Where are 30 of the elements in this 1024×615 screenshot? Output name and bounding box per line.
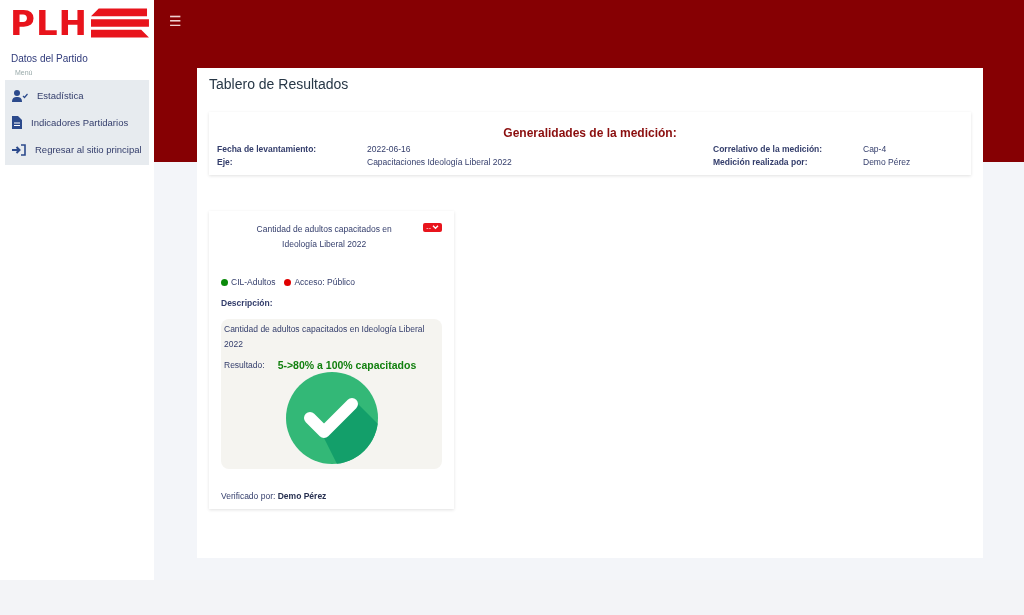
tag-label: Acceso: Público [294, 277, 355, 287]
menu-icon[interactable]: ☰ [169, 13, 182, 29]
logo-text: PLH [10, 4, 89, 42]
field-label: Fecha de levantamiento: [217, 144, 318, 154]
menu-item[interactable]: Indicadores Partidarios [5, 109, 149, 136]
sign-in-icon [12, 143, 26, 156]
result-value: 5->80% a 100% capacitados [277, 359, 417, 371]
check-circle-icon [285, 372, 378, 464]
field-value: 2022-06-16 [367, 144, 411, 154]
page-title: Tablero de Resultados [209, 76, 350, 92]
field-value: Capacitaciones Ideología Liberal 2022 [367, 157, 512, 167]
field-label: Correlativo de la medición: [713, 144, 824, 154]
description-label: Descripción: [221, 298, 274, 308]
sidebar-subtitle: Datos del Partido [11, 53, 89, 64]
user-check-icon [12, 89, 28, 102]
document-icon [12, 116, 22, 129]
result-label: Resultado: [224, 360, 265, 370]
flag-stripes-icon [91, 8, 149, 38]
indicator-title: Cantidad de adultos capacitados en Ideología Liberal 2022 [255, 223, 393, 251]
menu-item[interactable]: Regresar al sitio principal [5, 136, 149, 163]
description-text: Cantidad de adultos capacitados en Ideología Liberal 2022 [224, 323, 426, 351]
field-value: Demo Pérez [863, 157, 911, 167]
tag-label: CIL-Adultos [231, 277, 276, 287]
menu-item[interactable]: Estadística [5, 82, 149, 109]
chevron-down-icon [432, 225, 439, 230]
summary-heading: Generalidades de la medición: [502, 126, 678, 140]
field-label: Eje: [217, 157, 234, 167]
field-label: Medición realizada por: [713, 157, 809, 167]
field-value: Cap-4 [863, 144, 887, 154]
verified-by-text: Verificado por: Demo Pérez [221, 491, 328, 501]
